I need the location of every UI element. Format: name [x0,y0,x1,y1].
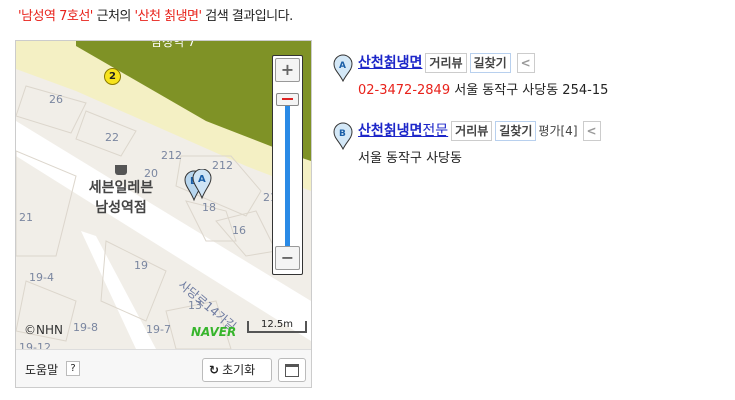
search-result-headline: '남성역 7호선' 근처의 '산천 칡냉면' 검색 결과입니다. [18,5,293,24]
lot-label: 19-12 [19,341,51,349]
map-top-label: 남성역 7 [151,41,196,49]
lot-label: 19 [134,259,148,272]
copyright: ©NHN [24,323,63,337]
result-info: 서울 동작구 사당동 [358,147,462,166]
marker-letter: A [198,174,206,185]
map-markers[interactable]: B A [184,169,220,213]
share-icon[interactable]: < [516,53,535,73]
headline-text: 근처의 [92,9,135,24]
marker-letter: A [339,61,346,71]
result-title-link[interactable]: 산천칡냉면전문 [358,123,448,139]
phone: 02-3472-2849 [358,83,451,98]
directions-button[interactable]: 길찾기 [469,53,511,73]
share-icon[interactable]: < [582,121,601,141]
result-header: 산천칡냉면전문 거리뷰 길찾기 평가[4] < [358,120,601,141]
headline-suffix: 검색 결과입니다. [201,9,293,24]
address: 서울 동작구 사당동 254-15 [454,83,609,98]
marker-b-icon: B [333,122,353,150]
poi-label[interactable]: 세븐일레븐남성역점 [71,178,171,218]
title-highlight: 산천칡냉면 [358,123,423,139]
refresh-icon: ↻ [209,363,220,377]
street-view-button[interactable]: 거리뷰 [425,53,467,73]
minimap-button[interactable] [278,358,306,382]
rating-link[interactable]: 평가[4] [538,122,577,139]
reset-label: 초기화 [222,363,256,377]
scale-label: 12.5m [260,319,293,330]
result-header: 산천칡냉면 거리뷰 길찾기 < [358,52,535,73]
lot-label: 19-4 [29,271,54,284]
marker-a-icon: A [333,54,353,82]
marker-letter: B [339,129,346,139]
lot-label: 212 [161,149,182,162]
zoom-in-button[interactable]: + [275,58,300,82]
lot-label: 19-8 [73,321,98,334]
title-suffix: 전문 [422,123,449,139]
location-keyword: '남성역 7호선' [18,9,93,24]
map-footer: 도움말 ? ↻ 초기화 [16,349,311,387]
poi-name: 세븐일레븐 [88,180,154,196]
poi-branch: 남성역점 [95,200,147,216]
zoom-control: + − [272,55,303,275]
directions-button[interactable]: 길찾기 [495,121,537,141]
naver-logo: NAVER [191,325,237,339]
result-title-link[interactable]: 산천칡냉면 [358,55,422,71]
lot-label: 26 [49,93,63,106]
street-view-button[interactable]: 거리뷰 [451,121,493,141]
lot-label: 22 [105,131,119,144]
search-keyword: '산천 칡냉면' [134,9,203,24]
result-item: A 산천칡냉면 거리뷰 길찾기 < 02-3472-2849 서울 동작구 사당동 2… [333,52,663,102]
lot-label: 16 [232,224,246,237]
scale-bar: 12.5m [247,319,307,333]
help-link[interactable]: 도움말 [25,361,58,378]
lot-label: 21 [19,211,33,224]
window-icon [285,364,299,377]
result-item: B 산천칡냉면전문 거리뷰 길찾기 평가[4] < 서울 동작구 사당동 [333,120,663,170]
result-info: 02-3472-2849 서울 동작구 사당동 254-15 [358,79,608,98]
map-widget: 남성역 7 2 26 22 212 20 212 21 21 18 16 19 … [15,40,312,388]
map-canvas[interactable]: 남성역 7 2 26 22 212 20 212 21 21 18 16 19 … [16,41,311,349]
help-icon[interactable]: ? [66,361,80,376]
subway-line-badge: 2 [104,68,121,85]
address: 서울 동작구 사당동 [358,151,462,166]
zoom-track[interactable] [285,96,290,246]
lot-label: 19-7 [146,323,171,336]
shopping-bag-icon [115,165,127,175]
zoom-out-button[interactable]: − [275,246,300,270]
zoom-slider-handle[interactable] [276,93,299,106]
reset-button[interactable]: ↻ 초기화 [202,358,272,382]
